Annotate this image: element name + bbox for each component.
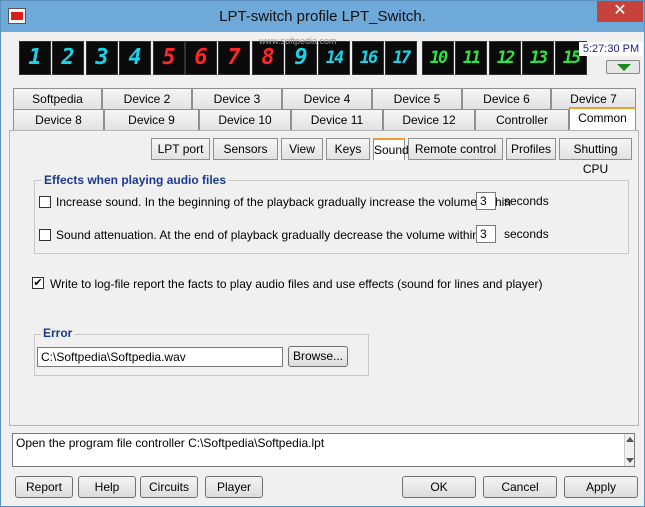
tab-device-2[interactable]: Device 2	[102, 88, 192, 109]
subtab-remote-control[interactable]: Remote control	[408, 138, 503, 160]
circuits-button[interactable]: Circuits	[140, 476, 198, 498]
ok-button[interactable]: OK	[402, 476, 476, 498]
cancel-button[interactable]: Cancel	[483, 476, 557, 498]
app-window: LPT-switch profile LPT_Switch. ✕ 1234567…	[0, 0, 645, 507]
subtab-sound[interactable]: Sound	[373, 138, 409, 160]
log-scrollbar[interactable]	[624, 434, 634, 466]
log-file-label: Write to log-file report the facts to pl…	[50, 277, 543, 291]
led-indicator[interactable]: 12	[489, 41, 521, 75]
tab-device-5[interactable]: Device 5	[372, 88, 462, 109]
error-sound-file-input[interactable]: C:\Softpedia\Softpedia.wav	[37, 347, 283, 367]
scroll-up-icon[interactable]	[626, 437, 634, 442]
subtab-lpt-port[interactable]: LPT port	[151, 138, 210, 160]
watermark: www.softpedia.com	[259, 36, 337, 46]
increase-seconds-input[interactable]: 3	[476, 192, 496, 210]
tab-device-10[interactable]: Device 10	[199, 109, 291, 130]
attenuation-seconds-unit: seconds	[504, 227, 549, 241]
tab-controller[interactable]: Controller	[475, 109, 569, 130]
player-button[interactable]: Player	[205, 476, 263, 498]
clock-display: 5:27:30 PM	[579, 42, 643, 56]
status-log[interactable]: Open the program file controller C:\Soft…	[12, 433, 635, 467]
increase-sound-checkbox[interactable]	[39, 196, 51, 208]
tab-softpedia[interactable]: Softpedia	[13, 88, 102, 109]
tab-device-7[interactable]: Device 7	[551, 88, 636, 109]
tab-common[interactable]: Common	[569, 107, 636, 130]
led-indicator[interactable]: 6	[185, 41, 217, 75]
log-file-checkbox[interactable]: ✔	[32, 277, 44, 289]
led-indicator[interactable]: 13	[522, 41, 554, 75]
close-button[interactable]: ✕	[597, 1, 643, 22]
subtab-sensors[interactable]: Sensors	[213, 138, 278, 160]
sound-attenuation-label: Sound attenuation. At the end of playbac…	[56, 228, 479, 242]
increase-sound-label: Increase sound. In the beginning of the …	[56, 195, 511, 209]
tab-device-3[interactable]: Device 3	[192, 88, 282, 109]
help-button[interactable]: Help	[78, 476, 136, 498]
status-log-text: Open the program file controller C:\Soft…	[16, 436, 325, 450]
led-indicator[interactable]: 3	[86, 41, 118, 75]
led-indicator[interactable]: 9	[285, 41, 317, 75]
sound-attenuation-checkbox[interactable]	[39, 229, 51, 241]
title-bar[interactable]: LPT-switch profile LPT_Switch. ✕	[1, 1, 644, 32]
subtab-profiles[interactable]: Profiles	[506, 138, 556, 160]
tab-device-4[interactable]: Device 4	[282, 88, 372, 109]
increase-seconds-unit: seconds	[504, 194, 549, 208]
chevron-down-icon	[617, 64, 631, 71]
led-indicator[interactable]: 5	[153, 41, 185, 75]
effects-group	[34, 180, 629, 254]
led-indicator[interactable]: 1	[19, 41, 51, 75]
led-indicator[interactable]: 10	[422, 41, 454, 75]
subtab-view[interactable]: View	[281, 138, 323, 160]
clock-dropdown-button[interactable]	[606, 60, 640, 74]
tab-device-12[interactable]: Device 12	[383, 109, 475, 130]
led-indicator[interactable]: 4	[119, 41, 151, 75]
led-indicator[interactable]: 8	[252, 41, 284, 75]
subtab-shutting-cpu[interactable]: Shutting CPU	[559, 138, 632, 176]
led-indicator[interactable]: 11	[455, 41, 487, 75]
led-indicator[interactable]: 2	[52, 41, 84, 75]
browse-button[interactable]: Browse...	[288, 346, 348, 367]
window-title: LPT-switch profile LPT_Switch.	[219, 8, 426, 25]
subtab-keys[interactable]: Keys	[326, 138, 370, 160]
tab-device-6[interactable]: Device 6	[462, 88, 551, 109]
tab-device-11[interactable]: Device 11	[291, 109, 383, 130]
attenuation-seconds-input[interactable]: 3	[476, 225, 496, 243]
effects-group-title: Effects when playing audio files	[42, 173, 229, 187]
led-indicator[interactable]: 14	[318, 41, 350, 75]
error-group-title: Error	[41, 326, 75, 340]
led-indicator[interactable]: 16	[352, 41, 384, 75]
scroll-down-icon[interactable]	[626, 458, 634, 463]
led-indicator[interactable]: 17	[385, 41, 417, 75]
apply-button[interactable]: Apply	[564, 476, 638, 498]
report-button[interactable]: Report	[15, 476, 73, 498]
led-indicator[interactable]: 7	[218, 41, 250, 75]
tab-device-8[interactable]: Device 8	[13, 109, 104, 130]
tab-device-9[interactable]: Device 9	[104, 109, 199, 130]
